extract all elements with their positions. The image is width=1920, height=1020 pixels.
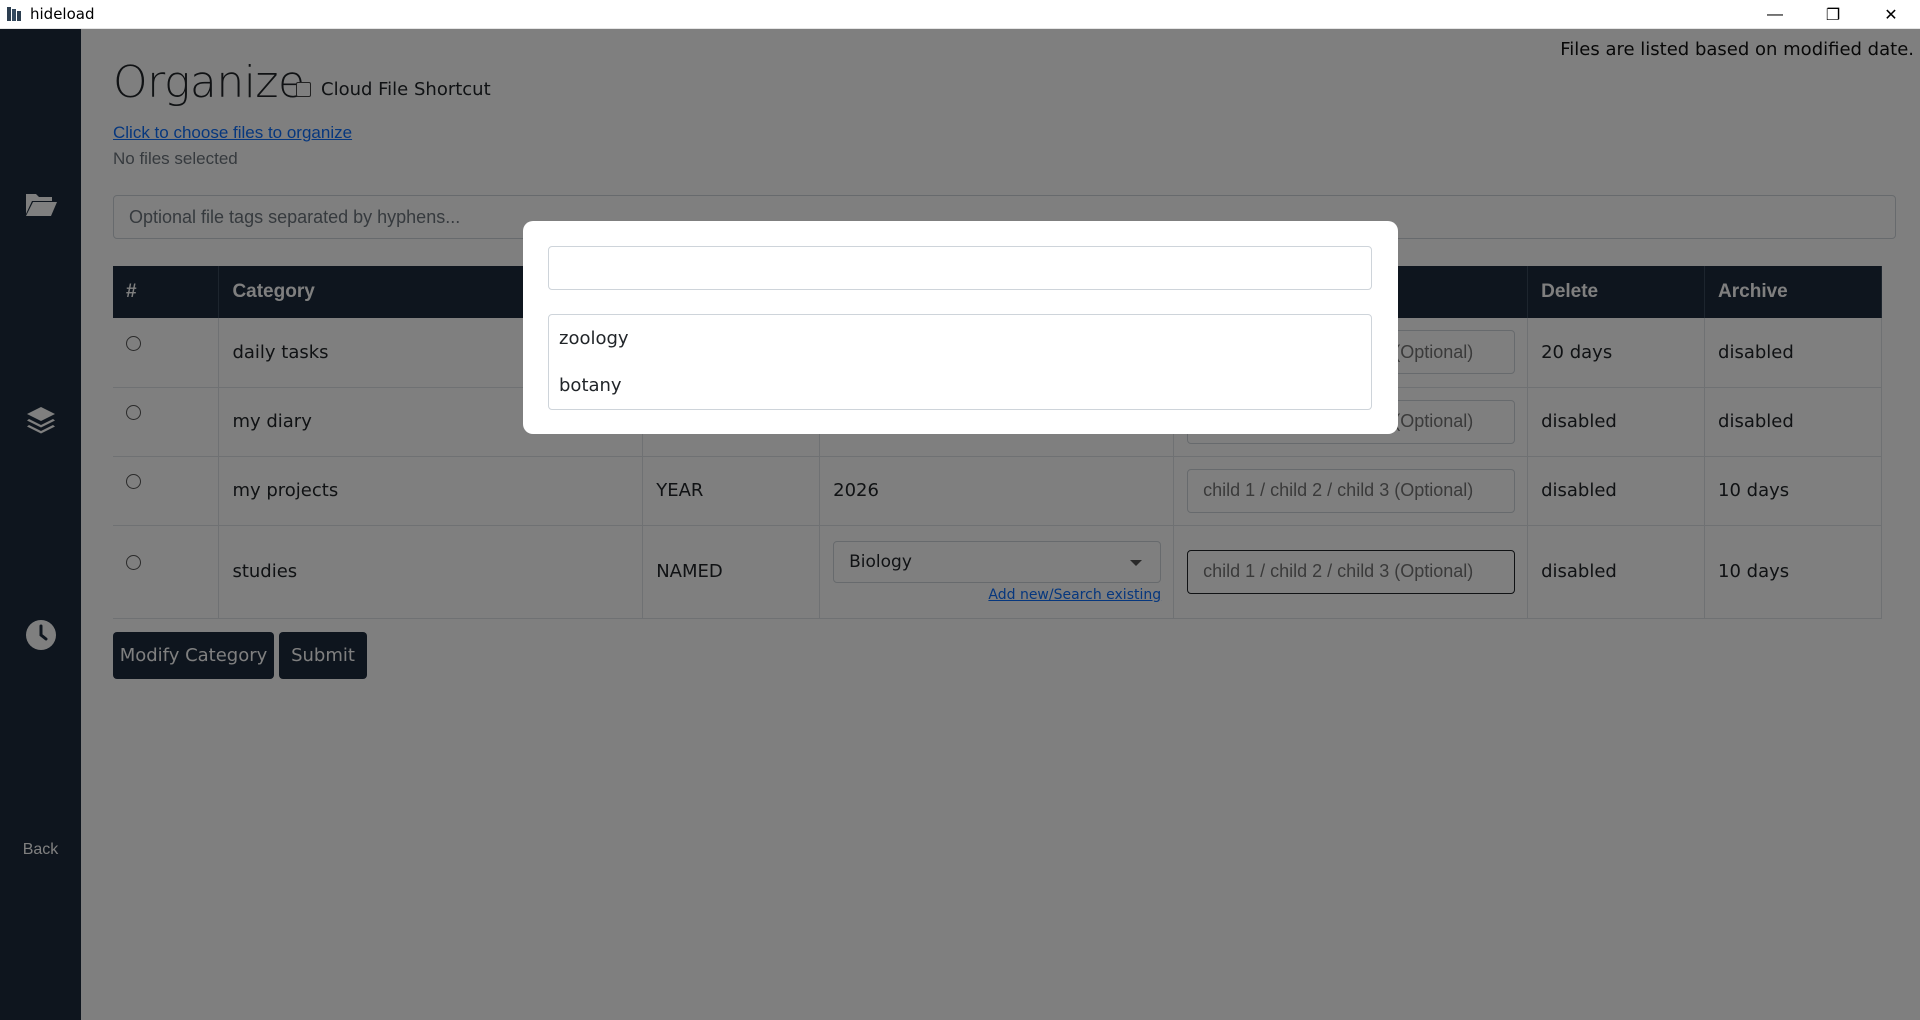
modal-backdrop[interactable] <box>0 29 1920 1020</box>
list-item[interactable]: botany <box>549 362 1371 409</box>
restore-icon: ❐ <box>1825 6 1841 24</box>
app-icon <box>6 6 22 22</box>
close-window-button[interactable]: ✕ <box>1862 0 1920 29</box>
title-bar: hideload — ❐ ✕ <box>0 0 1920 29</box>
close-icon: ✕ <box>1884 6 1898 24</box>
search-modal: zoology botany <box>523 221 1398 434</box>
modal-options-list: zoology botany <box>548 314 1372 410</box>
list-item[interactable]: zoology <box>549 315 1371 362</box>
window-title: hideload <box>30 5 95 23</box>
restore-button[interactable]: ❐ <box>1804 0 1862 29</box>
modal-search-input[interactable] <box>548 246 1372 290</box>
minimize-icon: — <box>1767 5 1783 23</box>
minimize-button[interactable]: — <box>1746 0 1804 29</box>
